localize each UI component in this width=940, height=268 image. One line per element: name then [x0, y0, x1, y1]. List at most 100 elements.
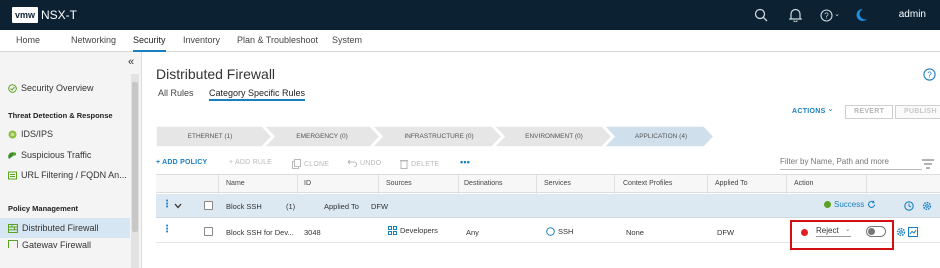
suspicious-traffic-icon [8, 151, 17, 159]
drag-handle-icon[interactable]: ⋮ [162, 224, 172, 235]
help-menu-caret: ⌄ [834, 10, 840, 18]
policy-name[interactable]: Block SSH [226, 202, 262, 211]
nav-tab-plan-troubleshoot[interactable]: Plan & Troubleshoot [237, 35, 318, 52]
column-header-context-profiles[interactable]: Context Profiles [623, 180, 672, 187]
category-infrastructure[interactable]: INFRASTRUCTURE (0) [380, 126, 498, 147]
sidebar-item-ids-ips[interactable]: IDS/IPS [8, 129, 53, 139]
column-header-sources[interactable]: Sources [386, 180, 412, 187]
chevron-down-icon[interactable] [174, 203, 182, 209]
services-label: SSH [558, 227, 574, 236]
gear-icon[interactable] [896, 227, 906, 237]
rule-applied-to[interactable]: DFW [717, 228, 734, 237]
rule-services[interactable]: SSH [546, 227, 573, 236]
revert-button[interactable]: REVERT [845, 105, 894, 119]
gateway-icon [8, 240, 18, 248]
gear-icon[interactable] [922, 201, 932, 211]
firewall-icon [8, 223, 18, 233]
sidebar-item-suspicious-traffic[interactable]: Suspicious Traffic [8, 150, 91, 160]
sidebar-section-policy: Policy Management [8, 204, 79, 213]
policy-rule-count: (1) [286, 202, 296, 211]
overview-icon [8, 83, 17, 93]
undo-button[interactable]: UNDO [347, 159, 381, 167]
nav-tab-inventory[interactable]: Inventory [183, 35, 220, 52]
drag-handle-icon[interactable]: ⋮ [162, 199, 172, 210]
top-header: vmw NSX-T ? ⌄ admin [0, 0, 940, 30]
column-divider [297, 175, 298, 194]
column-header-name[interactable]: Name [226, 180, 245, 187]
sidebar-item-label: URL Filtering / FQDN An... [21, 170, 127, 180]
nav-tab-security[interactable]: Security [133, 35, 166, 52]
sidebar-item-gateway-firewall[interactable]: Gateway Firewall [8, 240, 91, 248]
grid-header: Name ID Sources Destinations Services Co… [156, 174, 940, 194]
sidebar-item-label: Gateway Firewall [22, 240, 92, 248]
bell-icon[interactable] [786, 6, 804, 24]
add-rule-button[interactable]: + ADD RULE [229, 159, 272, 166]
svg-text:?: ? [927, 70, 932, 79]
sidebar-item-url-filtering[interactable]: URL Filtering / FQDN An... [8, 170, 127, 180]
nav-tab-networking[interactable]: Networking [71, 35, 116, 52]
column-header-id[interactable]: ID [304, 180, 311, 187]
rule-context-profiles[interactable]: None [626, 228, 644, 237]
filter-input[interactable]: Filter by Name, Path and more [780, 156, 922, 170]
sidebar-item-label: Distributed Firewall [22, 223, 99, 233]
column-divider [866, 175, 867, 194]
undo-icon [347, 159, 357, 167]
main-nav: Home Networking Security Inventory Plan … [0, 30, 940, 52]
policy-applied-to[interactable]: DFW [371, 202, 388, 211]
column-header-destinations[interactable]: Destinations [464, 180, 503, 187]
column-divider [614, 175, 615, 194]
clone-button[interactable]: CLONE [292, 159, 329, 169]
highlight-box [790, 220, 894, 250]
sidebar-item-distributed-firewall[interactable]: Distributed Firewall [0, 218, 130, 238]
collapse-sidebar-button[interactable]: « [128, 56, 134, 68]
policy-checkbox[interactable] [204, 201, 213, 210]
category-emergency[interactable]: EMERGENCY (0) [268, 126, 376, 147]
nav-tab-home[interactable]: Home [16, 35, 40, 52]
url-filter-icon [8, 171, 17, 179]
user-menu[interactable]: admin [899, 9, 926, 20]
product-name: NSX-T [41, 8, 77, 22]
moon-icon[interactable] [852, 6, 870, 24]
delete-label: DELETE [411, 160, 440, 168]
rule-sources[interactable]: Developers [388, 226, 438, 235]
sources-label: Developers [400, 226, 438, 235]
publish-button[interactable]: PUBLISH [895, 105, 940, 119]
sidebar-scroll-thumb[interactable] [132, 82, 138, 232]
trash-icon [400, 160, 408, 169]
sidebar-item-label: Security Overview [21, 83, 94, 93]
sidebar: « Security Overview Threat Detection & R… [0, 52, 142, 268]
column-divider [218, 175, 219, 194]
filter-icon[interactable] [922, 156, 934, 174]
column-header-action[interactable]: Action [794, 180, 813, 187]
add-policy-button[interactable]: + ADD POLICY [156, 159, 207, 166]
category-ethernet[interactable]: ETHERNET (1) [156, 126, 264, 147]
column-header-applied-to[interactable]: Applied To [715, 180, 748, 187]
search-icon[interactable] [752, 6, 770, 24]
category-application[interactable]: APPLICATION (4) [612, 126, 710, 147]
nav-tab-system[interactable]: System [332, 35, 362, 52]
actions-dropdown[interactable]: ACTIONS ⌄ [792, 106, 834, 115]
column-header-services[interactable]: Services [544, 180, 571, 187]
subtab-all-rules[interactable]: All Rules [158, 88, 194, 101]
rule-checkbox[interactable] [204, 227, 213, 236]
rule-destinations[interactable]: Any [466, 228, 479, 237]
subtab-category-specific-rules[interactable]: Category Specific Rules [209, 88, 306, 101]
clock-icon[interactable] [904, 201, 914, 211]
delete-button[interactable]: DELETE [400, 159, 439, 169]
help-menu-icon[interactable]: ? ⌄ [818, 6, 842, 24]
category-environment[interactable]: ENVIRONMENT (0) [502, 126, 606, 147]
refresh-icon[interactable] [867, 200, 876, 209]
rule-name[interactable]: Block SSH for Dev... [226, 228, 294, 237]
sidebar-item-label: Suspicious Traffic [21, 150, 92, 160]
sidebar-item-security-overview[interactable]: Security Overview [8, 83, 94, 93]
service-icon [546, 227, 555, 236]
rule-id: 3048 [304, 228, 321, 237]
stats-icon[interactable] [908, 227, 918, 237]
column-divider [786, 175, 787, 194]
help-icon[interactable]: ? [923, 68, 936, 86]
sidebar-item-label: IDS/IPS [21, 129, 54, 139]
policy-row[interactable]: ⋮ Block SSH (1) Applied To DFW Success [156, 194, 940, 218]
sidebar-section-threat: Threat Detection & Response [8, 111, 113, 120]
column-divider [378, 175, 379, 194]
more-actions-button[interactable]: ••• [460, 157, 470, 167]
